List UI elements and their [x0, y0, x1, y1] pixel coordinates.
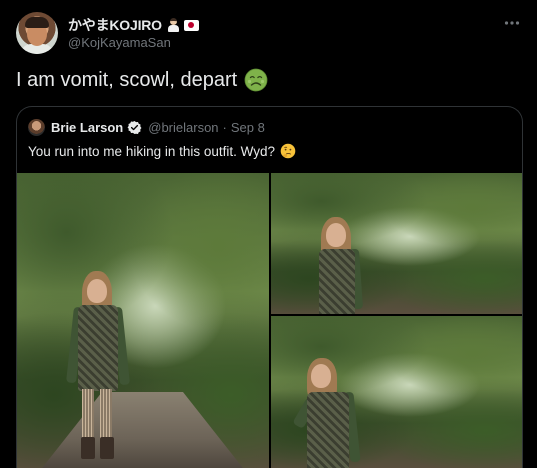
quoted-author-name[interactable]: Brie Larson [51, 120, 123, 135]
photo-2[interactable] [271, 173, 522, 314]
tweet-body: I am vomit, scowl, depart [16, 68, 268, 92]
quoted-tweet-text: You run into me hiking in this outfit. W… [28, 143, 276, 159]
quoted-tweet-header: Brie Larson @brielarson · Sep 8 [28, 119, 265, 136]
quoted-author-handle[interactable]: @brielarson [148, 120, 218, 135]
author-avatar[interactable] [16, 12, 58, 54]
author-name-row[interactable]: かやまKOJIRO [68, 15, 199, 35]
chef-emoji [167, 18, 179, 32]
quoted-author-avatar[interactable] [28, 119, 45, 136]
separator-dot: · [222, 120, 227, 135]
japan-flag-emoji [183, 19, 199, 31]
more-options-icon[interactable] [503, 14, 521, 32]
photo-3[interactable] [271, 316, 522, 468]
quoted-date[interactable]: Sep 8 [231, 120, 265, 135]
quoted-tweet[interactable]: Brie Larson @brielarson · Sep 8 You run … [16, 106, 523, 468]
verified-badge-icon [127, 121, 142, 134]
nauseated-face-emoji [244, 68, 268, 92]
tweet-card[interactable]: かやまKOJIRO @KojKayamaSan I am vomit, scow… [0, 0, 537, 468]
photo-1[interactable] [17, 173, 269, 468]
media-grid [17, 173, 522, 468]
author-display-name[interactable]: かやまKOJIRO [68, 15, 162, 35]
tweet-text: I am vomit, scowl, depart [16, 68, 238, 91]
thinking-face-emoji [280, 143, 296, 159]
author-handle[interactable]: @KojKayamaSan [68, 35, 171, 50]
quoted-tweet-body: You run into me hiking in this outfit. W… [28, 143, 296, 159]
